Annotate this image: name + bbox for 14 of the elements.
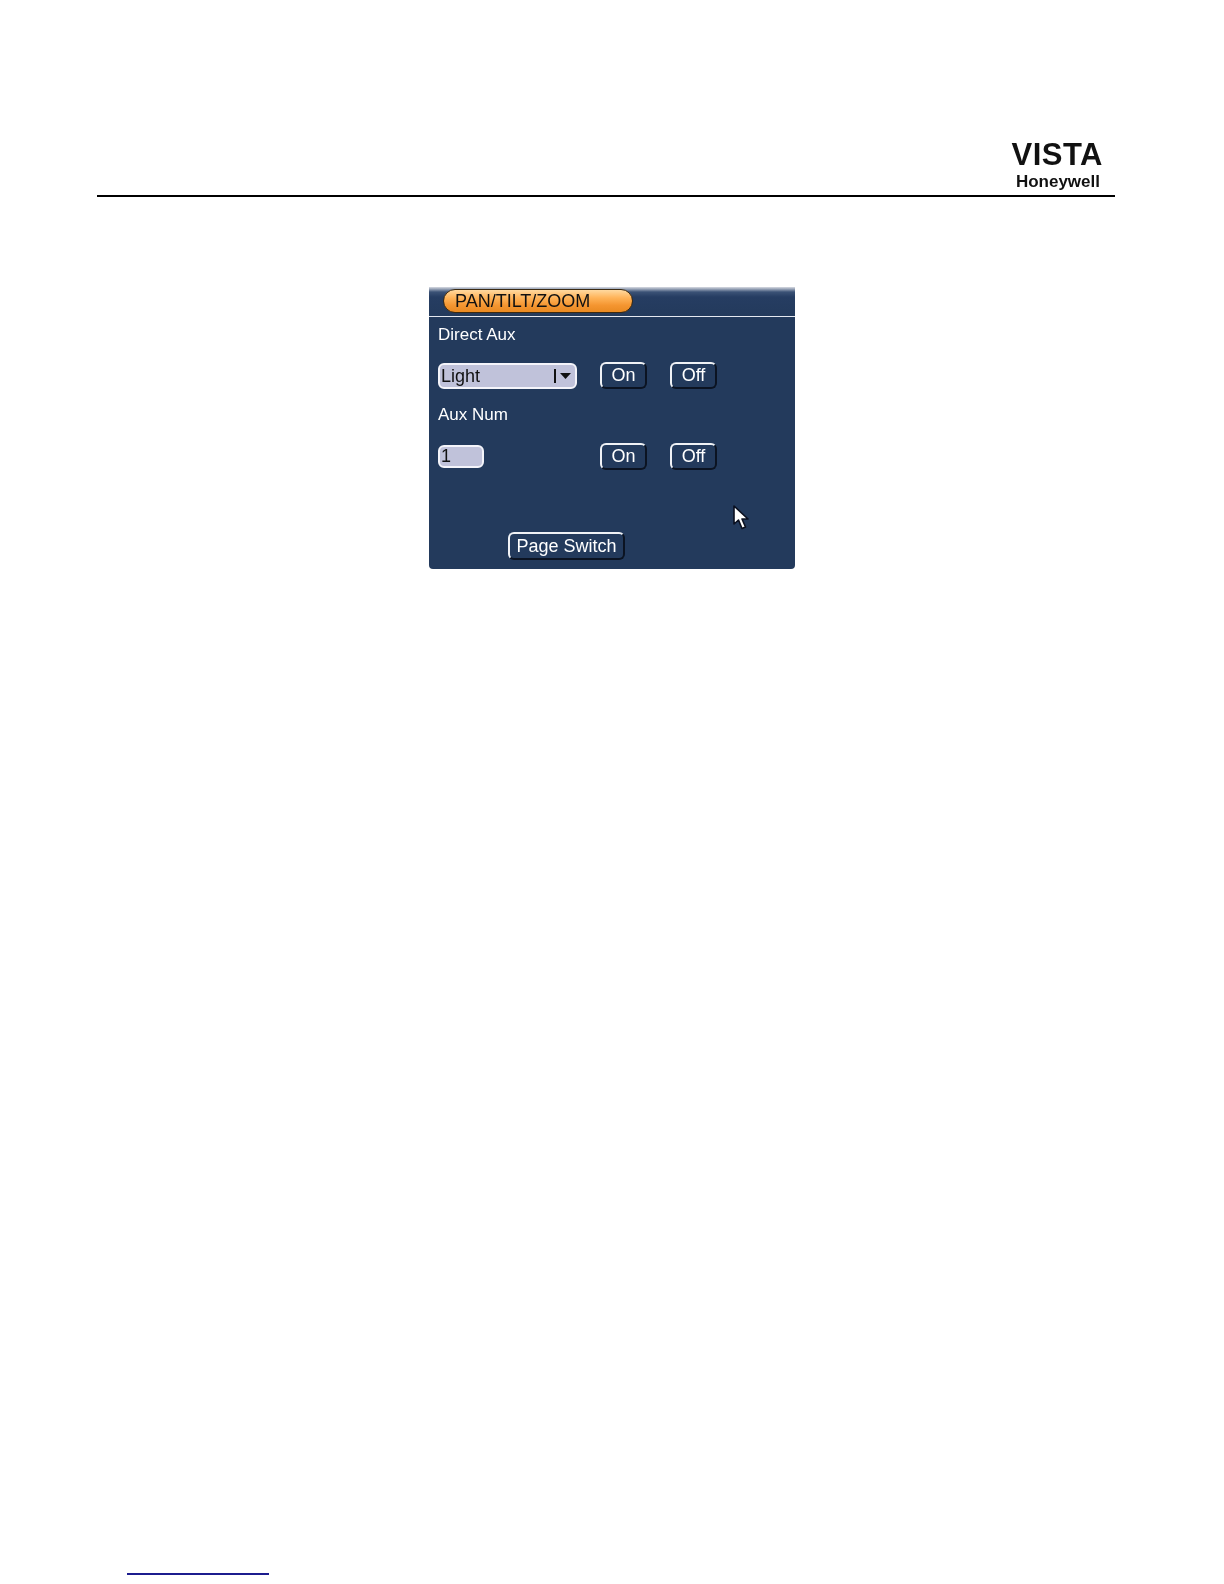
page-switch-button[interactable]: Page Switch [508,532,625,560]
on-button[interactable]: On [600,443,647,470]
dropdown-caret-icon[interactable] [554,368,571,383]
mouse-pointer-icon [733,505,752,530]
field-label: Direct Aux [438,325,517,345]
on-button[interactable]: On [600,362,647,389]
brand-logo: VISTA [1011,139,1103,170]
field-label: Aux Num [438,405,509,425]
maker-logo: Honeywell [1015,173,1100,191]
tab[interactable]: PAN/TILT/ZOOM [443,289,633,313]
number-field[interactable]: 1 [438,445,484,468]
off-button[interactable]: Off [670,362,717,389]
dropdown[interactable]: Light [438,362,577,389]
off-button[interactable]: Off [670,443,717,470]
